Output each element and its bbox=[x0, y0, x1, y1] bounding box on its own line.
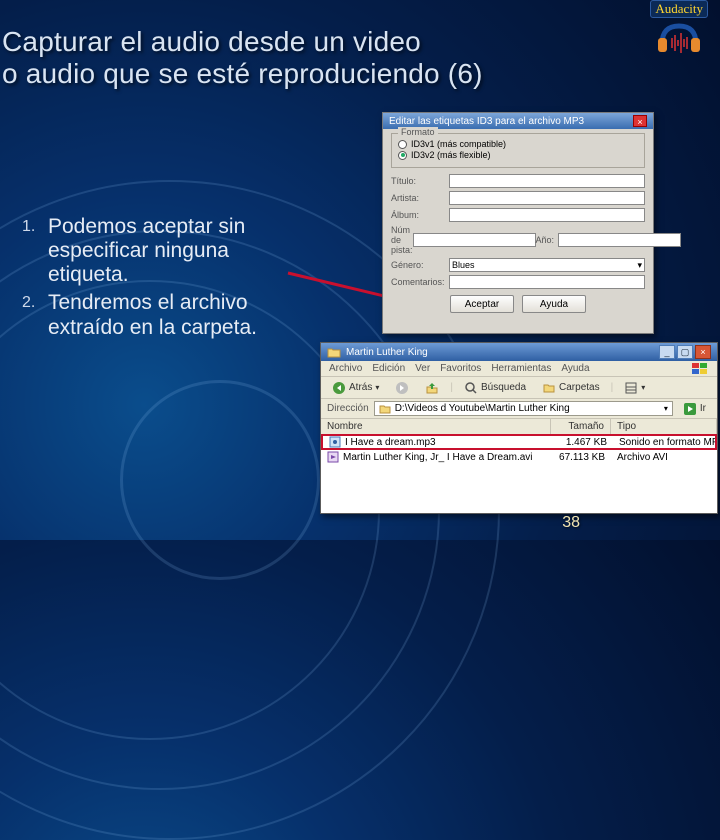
menu-item[interactable]: Ver bbox=[415, 363, 430, 374]
close-icon[interactable]: × bbox=[633, 115, 647, 127]
radio-icon bbox=[398, 151, 407, 160]
format-label: Formato bbox=[398, 127, 438, 137]
folder-icon bbox=[327, 346, 341, 358]
menu-item[interactable]: Favoritos bbox=[440, 363, 481, 374]
radio-id3v2[interactable]: ID3v2 (más flexible) bbox=[398, 150, 638, 160]
col-name[interactable]: Nombre bbox=[321, 419, 551, 434]
audacity-logo: Audacity bbox=[650, 0, 708, 54]
menu-item[interactable]: Ayuda bbox=[561, 363, 589, 374]
explorer-titlebar[interactable]: Martin Luther King _ ▢ × bbox=[321, 343, 717, 361]
headphones-icon bbox=[652, 18, 706, 54]
audacity-logo-text: Audacity bbox=[650, 0, 708, 18]
views-button[interactable]: ▾ bbox=[619, 380, 650, 396]
video-file-icon bbox=[327, 451, 339, 463]
menu-item[interactable]: Herramientas bbox=[491, 363, 551, 374]
track-field-label: Núm de pista: bbox=[391, 225, 413, 255]
ok-button[interactable]: Aceptar bbox=[450, 295, 514, 313]
chevron-down-icon: ▾ bbox=[641, 383, 645, 392]
genre-field-label: Género: bbox=[391, 260, 449, 270]
help-button[interactable]: Ayuda bbox=[522, 295, 586, 313]
radio-icon bbox=[398, 140, 407, 149]
up-folder-icon bbox=[425, 381, 439, 395]
slide-title: Capturar el audio desde un video o audio… bbox=[2, 26, 483, 90]
file-row[interactable]: Martin Luther King, Jr_ I Have a Dream.a… bbox=[321, 449, 717, 465]
menu-item[interactable]: Edición bbox=[372, 363, 405, 374]
comments-input[interactable] bbox=[449, 275, 645, 289]
chevron-down-icon: ▾ bbox=[375, 383, 379, 392]
dialog-title-text: Editar las etiquetas ID3 para el archivo… bbox=[389, 116, 584, 127]
list-text: Tendremos el archivo extraído en la carp… bbox=[48, 291, 287, 339]
explorer-toolbar: Atrás ▾ | Búsqueda Carpetas | ▾ bbox=[321, 377, 717, 399]
views-icon bbox=[624, 381, 638, 395]
page-number: 38 bbox=[562, 514, 580, 532]
search-icon bbox=[464, 381, 478, 395]
explorer-menubar: Archivo Edición Ver Favoritos Herramient… bbox=[321, 361, 717, 377]
windows-flag-icon bbox=[691, 362, 709, 376]
list-number: 2. bbox=[22, 291, 48, 339]
radio-id3v1[interactable]: ID3v1 (más compatible) bbox=[398, 139, 638, 149]
chevron-down-icon: ▾ bbox=[637, 260, 642, 271]
forward-icon bbox=[395, 381, 409, 395]
bg-arc bbox=[120, 380, 320, 580]
folder-icon bbox=[379, 404, 391, 414]
title-field-label: Título: bbox=[391, 176, 449, 186]
year-field-label: Año: bbox=[536, 235, 559, 245]
file-row[interactable]: I Have a dream.mp3 1.467 KB Sonido en fo… bbox=[321, 434, 717, 450]
maximize-icon[interactable]: ▢ bbox=[677, 345, 693, 359]
list-item: 2. Tendremos el archivo extraído en la c… bbox=[22, 291, 287, 339]
audio-file-icon bbox=[329, 436, 341, 448]
go-button[interactable]: Ir bbox=[678, 401, 711, 417]
file-list: I Have a dream.mp3 1.467 KB Sonido en fo… bbox=[321, 434, 717, 465]
explorer-window: Martin Luther King _ ▢ × Archivo Edición… bbox=[320, 342, 718, 514]
list-text: Podemos aceptar sin especificar ninguna … bbox=[48, 215, 287, 287]
track-input[interactable] bbox=[413, 233, 536, 247]
title-input[interactable] bbox=[449, 174, 645, 188]
folders-icon bbox=[542, 381, 556, 395]
album-field-label: Álbum: bbox=[391, 210, 449, 220]
list-item: 1. Podemos aceptar sin especificar ningu… bbox=[22, 215, 287, 287]
genre-select[interactable]: Blues ▾ bbox=[449, 258, 645, 272]
address-label: Dirección bbox=[327, 403, 369, 414]
address-input[interactable]: D:\Videos d Youtube\Martin Luther King ▾ bbox=[374, 401, 673, 416]
list-number: 1. bbox=[22, 215, 48, 287]
col-size[interactable]: Tamaño bbox=[551, 419, 611, 434]
up-button[interactable] bbox=[420, 380, 444, 396]
address-bar: Dirección D:\Videos d Youtube\Martin Lut… bbox=[321, 399, 717, 419]
back-button[interactable]: Atrás ▾ bbox=[327, 380, 384, 396]
folders-button[interactable]: Carpetas bbox=[537, 380, 605, 396]
format-groupbox: Formato ID3v1 (más compatible) ID3v2 (má… bbox=[391, 133, 645, 168]
minimize-icon[interactable]: _ bbox=[659, 345, 675, 359]
comments-field-label: Comentarios: bbox=[391, 277, 449, 287]
artist-input[interactable] bbox=[449, 191, 645, 205]
column-headers: Nombre Tamaño Tipo bbox=[321, 419, 717, 435]
go-icon bbox=[683, 402, 697, 416]
forward-button bbox=[390, 380, 414, 396]
instruction-list: 1. Podemos aceptar sin especificar ningu… bbox=[22, 215, 287, 344]
col-type[interactable]: Tipo bbox=[611, 419, 717, 434]
year-input[interactable] bbox=[558, 233, 681, 247]
album-input[interactable] bbox=[449, 208, 645, 222]
search-button[interactable]: Búsqueda bbox=[459, 380, 531, 396]
id3-dialog: Editar las etiquetas ID3 para el archivo… bbox=[382, 112, 654, 334]
back-icon bbox=[332, 381, 346, 395]
explorer-title-text: Martin Luther King bbox=[346, 347, 428, 358]
chevron-down-icon: ▾ bbox=[664, 404, 668, 413]
close-icon[interactable]: × bbox=[695, 345, 711, 359]
artist-field-label: Artista: bbox=[391, 193, 449, 203]
menu-item[interactable]: Archivo bbox=[329, 363, 362, 374]
